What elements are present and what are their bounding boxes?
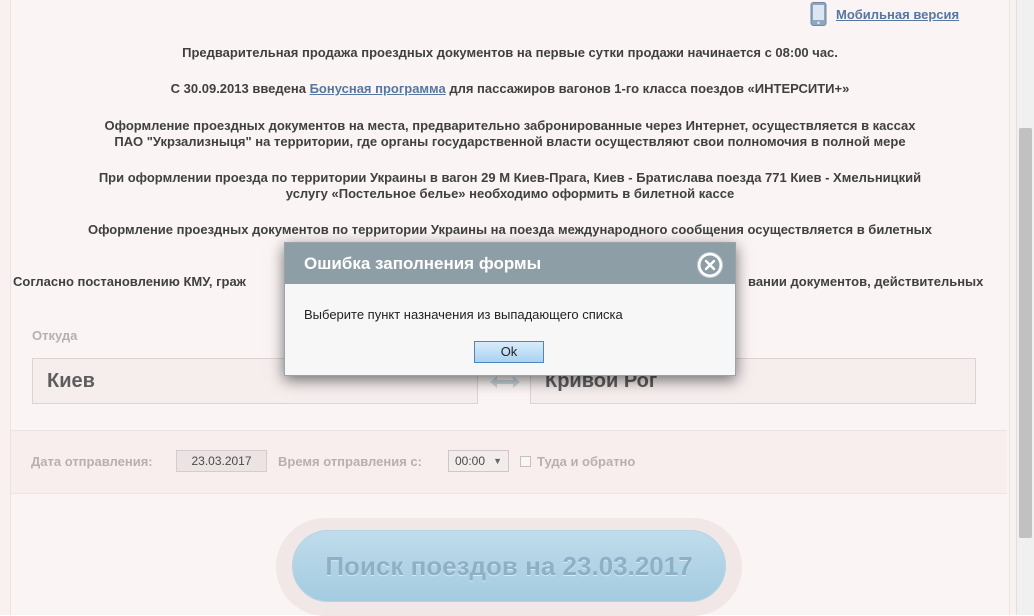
dialog-close-button[interactable] xyxy=(698,253,722,277)
dialog-title: Ошибка заполнения формы xyxy=(304,254,542,273)
close-icon xyxy=(700,255,720,275)
error-dialog: Ошибка заполнения формы Выберите пункт н… xyxy=(284,242,736,376)
scrollbar-thumb[interactable] xyxy=(1019,128,1032,538)
dialog-message: Выберите пункт назначения из выпадающего… xyxy=(304,307,623,322)
ok-button[interactable]: Ok xyxy=(474,341,544,363)
scrollbar[interactable] xyxy=(1016,0,1034,615)
dialog-header: Ошибка заполнения формы xyxy=(285,243,735,284)
